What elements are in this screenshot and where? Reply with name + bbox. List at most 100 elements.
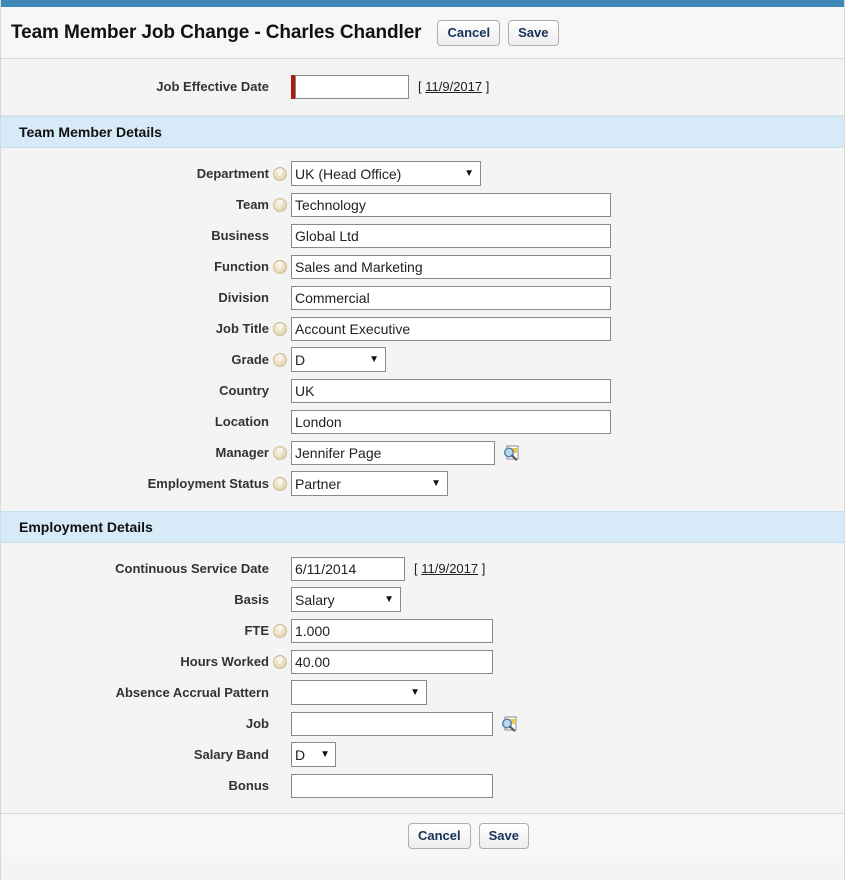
- manager-field-slot: [291, 441, 520, 465]
- department-field-slot: UK (Head Office) ▼: [291, 161, 481, 186]
- function-label: Function: [1, 259, 269, 274]
- location-input[interactable]: [291, 410, 611, 434]
- save-button-top[interactable]: Save: [508, 20, 558, 46]
- manager-input[interactable]: [291, 441, 495, 465]
- business-input[interactable]: [291, 224, 611, 248]
- top-accent-bar: [1, 0, 844, 7]
- job-title-input[interactable]: [291, 317, 611, 341]
- header-actions: Cancel Save: [437, 20, 558, 46]
- row-employment-status: Employment Status ? Partner ▼: [1, 468, 844, 499]
- footer-spacer: [1, 857, 844, 875]
- row-job-effective-date: Job Effective Date [ 11/9/2017 ]: [1, 71, 844, 102]
- cancel-button-top[interactable]: Cancel: [437, 20, 500, 46]
- help-icon[interactable]: ?: [273, 353, 287, 367]
- division-input[interactable]: [291, 286, 611, 310]
- function-input[interactable]: [291, 255, 611, 279]
- job-lookup-magnifier-icon[interactable]: [500, 715, 518, 733]
- hint-close-bracket: ]: [482, 561, 486, 576]
- employment-status-select[interactable]: Partner ▼: [291, 471, 448, 496]
- page-header: Team Member Job Change - Charles Chandle…: [1, 7, 844, 59]
- save-button-bottom[interactable]: Save: [479, 823, 529, 849]
- hours-worked-field-slot: [291, 650, 493, 674]
- job-effective-date-field-slot: [ 11/9/2017 ]: [291, 75, 489, 99]
- employment-status-select-value: Partner: [295, 476, 341, 492]
- location-label: Location: [1, 414, 269, 429]
- help-icon[interactable]: ?: [273, 477, 287, 491]
- country-input[interactable]: [291, 379, 611, 403]
- business-field-slot: [291, 224, 611, 248]
- row-function: Function ?: [1, 251, 844, 282]
- location-field-slot: [291, 410, 611, 434]
- job-effective-date-hint: [ 11/9/2017 ]: [418, 79, 489, 94]
- cancel-button-bottom[interactable]: Cancel: [408, 823, 471, 849]
- employment-status-help-slot: ?: [269, 477, 291, 491]
- help-icon[interactable]: ?: [273, 322, 287, 336]
- job-title-help-slot: ?: [269, 322, 291, 336]
- function-help-slot: ?: [269, 260, 291, 274]
- hours-worked-input[interactable]: [291, 650, 493, 674]
- team-label: Team: [1, 197, 269, 212]
- form-footer: Cancel Save: [1, 813, 844, 857]
- hours-worked-label: Hours Worked: [1, 654, 269, 669]
- job-effective-date-strip: Job Effective Date [ 11/9/2017 ]: [1, 59, 844, 116]
- row-salary-band: Salary Band D ▼: [1, 739, 844, 770]
- chevron-down-icon: ▼: [464, 169, 474, 179]
- manager-lookup-magnifier-icon[interactable]: [502, 444, 520, 462]
- country-field-slot: [291, 379, 611, 403]
- help-icon[interactable]: ?: [273, 260, 287, 274]
- help-icon[interactable]: ?: [273, 446, 287, 460]
- absence-accrual-pattern-field-slot: ▼: [291, 680, 427, 705]
- manager-label: Manager: [1, 445, 269, 460]
- fte-input[interactable]: [291, 619, 493, 643]
- job-effective-date-input[interactable]: [295, 75, 409, 99]
- row-absence-accrual-pattern: Absence Accrual Pattern ▼: [1, 677, 844, 708]
- country-label: Country: [1, 383, 269, 398]
- job-input[interactable]: [291, 712, 493, 736]
- grade-label: Grade: [1, 352, 269, 367]
- salary-band-select[interactable]: D ▼: [291, 742, 336, 767]
- grade-field-slot: D ▼: [291, 347, 386, 372]
- job-title-label: Job Title: [1, 321, 269, 336]
- help-icon[interactable]: ?: [273, 624, 287, 638]
- basis-select-value: Salary: [295, 592, 335, 608]
- bonus-input[interactable]: [291, 774, 493, 798]
- bonus-field-slot: [291, 774, 493, 798]
- hours-worked-help-slot: ?: [269, 655, 291, 669]
- row-job-title: Job Title ?: [1, 313, 844, 344]
- grade-select[interactable]: D ▼: [291, 347, 386, 372]
- salary-band-select-value: D: [295, 747, 305, 763]
- absence-accrual-pattern-select[interactable]: ▼: [291, 680, 427, 705]
- row-department: Department ? UK (Head Office) ▼: [1, 158, 844, 189]
- job-effective-date-label: Job Effective Date: [1, 79, 269, 94]
- fte-label: FTE: [1, 623, 269, 638]
- row-hours-worked: Hours Worked ?: [1, 646, 844, 677]
- today-date-link[interactable]: 11/9/2017: [425, 79, 482, 94]
- today-date-link[interactable]: 11/9/2017: [421, 561, 478, 576]
- grade-select-value: D: [295, 352, 305, 368]
- help-icon[interactable]: ?: [273, 198, 287, 212]
- grade-help-slot: ?: [269, 353, 291, 367]
- row-basis: Basis Salary ▼: [1, 584, 844, 615]
- division-field-slot: [291, 286, 611, 310]
- team-input[interactable]: [291, 193, 611, 217]
- row-continuous-service-date: Continuous Service Date [ 11/9/2017 ]: [1, 553, 844, 584]
- department-select-value: UK (Head Office): [295, 166, 401, 182]
- employment-status-label: Employment Status: [1, 476, 269, 491]
- help-icon[interactable]: ?: [273, 655, 287, 669]
- chevron-down-icon: ▼: [369, 355, 379, 365]
- department-label: Department: [1, 166, 269, 181]
- chevron-down-icon: ▼: [320, 750, 330, 760]
- fte-field-slot: [291, 619, 493, 643]
- salary-band-label: Salary Band: [1, 747, 269, 762]
- row-location: Location: [1, 406, 844, 437]
- row-country: Country: [1, 375, 844, 406]
- hint-open-bracket: [: [414, 561, 418, 576]
- department-select[interactable]: UK (Head Office) ▼: [291, 161, 481, 186]
- continuous-service-date-input[interactable]: [291, 557, 405, 581]
- basis-select[interactable]: Salary ▼: [291, 587, 401, 612]
- help-icon[interactable]: ?: [273, 167, 287, 181]
- row-job: Job: [1, 708, 844, 739]
- team-field-slot: [291, 193, 611, 217]
- job-label: Job: [1, 716, 269, 731]
- row-team: Team ?: [1, 189, 844, 220]
